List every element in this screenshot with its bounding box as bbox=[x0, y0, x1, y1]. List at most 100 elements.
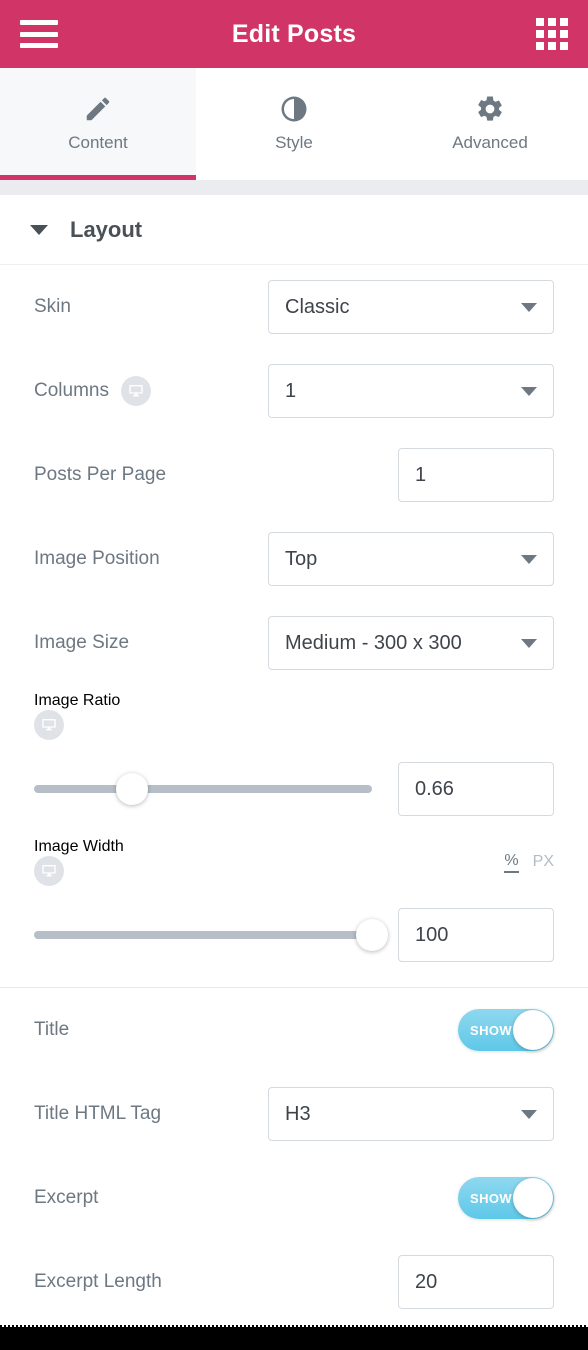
label-image-width: Image Width bbox=[34, 838, 124, 886]
grid-cell bbox=[536, 18, 544, 26]
row-columns: Columns 1 bbox=[0, 349, 588, 433]
label-skin: Skin bbox=[34, 296, 71, 318]
row-image-width-label: Image Width % PX bbox=[0, 831, 588, 893]
control-skin: Classic bbox=[268, 280, 554, 334]
label-excerpt: Excerpt bbox=[34, 1187, 98, 1209]
label-title-html-tag: Title HTML Tag bbox=[34, 1103, 161, 1125]
unit-px[interactable]: PX bbox=[533, 853, 554, 871]
row-image-position: Image Position Top bbox=[0, 517, 588, 601]
slider-handle[interactable] bbox=[356, 919, 388, 951]
tab-content[interactable]: Content bbox=[0, 68, 196, 180]
excerpt-length-input[interactable]: 20 bbox=[398, 1255, 554, 1309]
posts-per-page-input[interactable]: 1 bbox=[398, 448, 554, 502]
image-ratio-input[interactable]: 0.66 bbox=[398, 762, 554, 816]
tab-label: Advanced bbox=[452, 133, 528, 152]
image-width-input[interactable]: 100 bbox=[398, 908, 554, 962]
grid-cell bbox=[548, 18, 556, 26]
grid-apps-icon[interactable] bbox=[536, 18, 568, 50]
control-label: Image Position bbox=[34, 548, 160, 569]
toggle-label: SHOW bbox=[470, 1190, 513, 1206]
grid-cell bbox=[548, 42, 556, 50]
image-position-select[interactable]: Top bbox=[268, 532, 554, 586]
skin-select[interactable]: Classic bbox=[268, 280, 554, 334]
control-title: SHOW bbox=[458, 1009, 554, 1051]
tab-style[interactable]: Style bbox=[196, 68, 392, 180]
row-title: Title SHOW bbox=[0, 988, 588, 1072]
label-image-size: Image Size bbox=[34, 632, 129, 654]
control-label: Excerpt Length bbox=[34, 1271, 162, 1292]
control-title-html-tag: H3 bbox=[268, 1087, 554, 1141]
desktop-icon[interactable] bbox=[34, 710, 64, 740]
columns-value: 1 bbox=[285, 379, 297, 402]
image-size-value: Medium - 300 x 300 bbox=[285, 631, 462, 654]
control-label: Excerpt bbox=[34, 1187, 99, 1208]
slider-handle[interactable] bbox=[116, 773, 149, 805]
section-title: Layout bbox=[70, 216, 143, 242]
hamburger-bar bbox=[20, 20, 58, 25]
control-label: Posts Per Page bbox=[34, 464, 167, 485]
chevron-down-icon bbox=[521, 554, 537, 564]
row-posts-per-page: Posts Per Page 1 bbox=[0, 433, 588, 517]
grid-cell bbox=[560, 30, 568, 38]
grid-cell bbox=[536, 30, 544, 38]
pencil-icon bbox=[83, 95, 113, 123]
control-columns: 1 bbox=[268, 364, 554, 418]
chevron-down-icon bbox=[521, 1109, 537, 1119]
row-image-size: Image Size Medium - 300 x 300 bbox=[0, 601, 588, 685]
row-image-width-slider: 100 bbox=[0, 893, 588, 977]
section-header-layout[interactable]: Layout bbox=[0, 195, 588, 265]
grid-cell bbox=[560, 42, 568, 50]
desktop-icon[interactable] bbox=[120, 376, 151, 406]
control-label: Title HTML Tag bbox=[34, 1103, 162, 1124]
slider-track bbox=[34, 919, 388, 951]
posts-per-page-value: 1 bbox=[415, 463, 427, 486]
image-width-slider[interactable] bbox=[34, 919, 388, 951]
toggle-knob bbox=[513, 1010, 553, 1050]
slider-track bbox=[34, 773, 372, 805]
unit-switcher: % PX bbox=[504, 852, 554, 873]
tab-label: Style bbox=[275, 133, 313, 152]
chevron-down-icon bbox=[521, 638, 537, 648]
row-image-ratio-label: Image Ratio bbox=[0, 685, 588, 747]
bottom-black-bar bbox=[0, 1327, 588, 1350]
label-title: Title bbox=[34, 1019, 69, 1041]
chevron-down-icon bbox=[521, 302, 537, 312]
chevron-down-icon bbox=[30, 224, 48, 235]
tab-label: Content bbox=[68, 133, 128, 152]
image-ratio-slider[interactable] bbox=[34, 773, 372, 805]
hamburger-menu-icon[interactable] bbox=[20, 20, 58, 48]
control-image-position: Top bbox=[268, 532, 554, 586]
label-image-ratio: Image Ratio bbox=[34, 692, 120, 740]
row-image-ratio-slider: 0.66 bbox=[0, 747, 588, 831]
control-posts-per-page: 1 bbox=[398, 448, 554, 502]
chevron-down-icon bbox=[521, 386, 537, 396]
control-label: Image Width bbox=[34, 838, 124, 855]
row-excerpt: Excerpt SHOW bbox=[0, 1156, 588, 1240]
control-label: Skin bbox=[34, 296, 71, 317]
hamburger-bar bbox=[20, 43, 58, 48]
title-html-tag-select[interactable]: H3 bbox=[268, 1087, 554, 1141]
image-size-select[interactable]: Medium - 300 x 300 bbox=[268, 616, 554, 670]
columns-select[interactable]: 1 bbox=[268, 364, 554, 418]
page-title: Edit Posts bbox=[231, 19, 357, 48]
contrast-icon bbox=[279, 95, 309, 123]
skin-value: Classic bbox=[285, 295, 350, 318]
hamburger-bar bbox=[20, 31, 58, 37]
tab-advanced[interactable]: Advanced bbox=[392, 68, 588, 180]
control-excerpt: SHOW bbox=[458, 1177, 554, 1219]
control-label: Image Size bbox=[34, 632, 130, 653]
toggle-label: SHOW bbox=[470, 1022, 513, 1038]
grid-cell bbox=[560, 18, 568, 26]
unit-percent[interactable]: % bbox=[504, 852, 519, 873]
control-label: Title bbox=[34, 1019, 70, 1040]
title-toggle[interactable]: SHOW bbox=[458, 1009, 554, 1051]
label-columns: Columns bbox=[34, 376, 151, 406]
tab-bar: Content Style Advanced bbox=[0, 68, 588, 180]
label-image-position: Image Position bbox=[34, 548, 160, 570]
grid-cell bbox=[548, 30, 556, 38]
desktop-icon[interactable] bbox=[34, 856, 64, 886]
excerpt-length-value: 20 bbox=[415, 1270, 438, 1293]
excerpt-toggle[interactable]: SHOW bbox=[458, 1177, 554, 1219]
widget-settings-panel: Edit Posts Content Style Advanced Layout… bbox=[0, 0, 588, 1350]
image-ratio-value: 0.66 bbox=[415, 777, 454, 800]
